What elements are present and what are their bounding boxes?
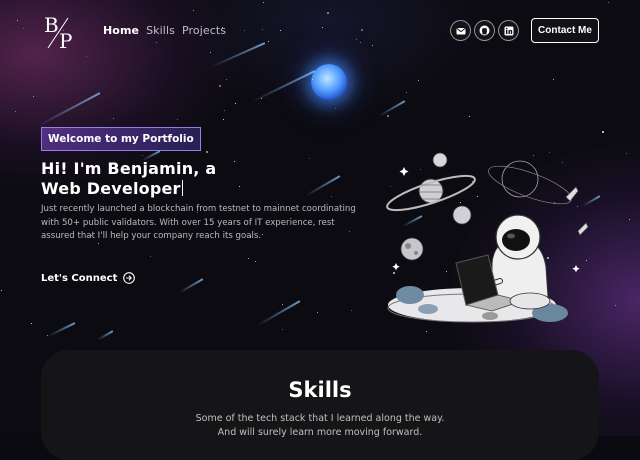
lets-connect-button[interactable]: Let's Connect xyxy=(41,272,136,284)
hero-headline: Hi! I'm Benjamin, a Web Developer xyxy=(41,159,216,199)
star xyxy=(86,56,87,57)
star xyxy=(282,329,283,330)
star xyxy=(372,45,373,46)
star xyxy=(322,27,323,28)
text-cursor xyxy=(181,180,183,196)
star xyxy=(469,116,470,117)
star xyxy=(335,108,336,109)
star xyxy=(262,29,263,30)
star xyxy=(602,131,604,133)
star xyxy=(309,158,310,159)
star xyxy=(15,111,16,112)
shooting-star xyxy=(251,70,316,103)
shooting-star xyxy=(256,300,301,327)
skills-section: Skills Some of the tech stack that I lea… xyxy=(41,350,599,460)
star xyxy=(31,323,32,324)
lets-connect-label: Let's Connect xyxy=(41,272,118,284)
star xyxy=(312,79,313,80)
shooting-star xyxy=(47,322,76,338)
star xyxy=(361,29,363,31)
arrow-right-circle-icon xyxy=(123,272,136,284)
star xyxy=(235,103,236,104)
star xyxy=(255,261,256,262)
shooting-star xyxy=(209,42,266,69)
star xyxy=(263,2,264,3)
star xyxy=(608,2,609,3)
github-icon xyxy=(479,25,490,36)
star xyxy=(219,85,221,87)
star xyxy=(206,151,208,153)
blue-planet xyxy=(311,64,347,100)
star xyxy=(33,96,34,97)
astronaut-illustration xyxy=(386,152,589,323)
star xyxy=(156,42,157,43)
headline-line-1: Hi! I'm Benjamin, a xyxy=(41,159,217,178)
headline-line-2: Web Developer xyxy=(41,179,181,198)
hero-description: Just recently launched a blockchain from… xyxy=(41,204,356,242)
mail-link[interactable] xyxy=(450,20,471,41)
shooting-star xyxy=(37,92,101,127)
star xyxy=(553,79,554,80)
star xyxy=(234,161,235,162)
star xyxy=(360,42,361,43)
star xyxy=(1,290,2,291)
star xyxy=(418,80,419,81)
star xyxy=(331,196,332,197)
star xyxy=(387,115,389,117)
star xyxy=(406,92,407,93)
welcome-tagline: Welcome to my Portfolio xyxy=(41,127,201,151)
svg-text:P: P xyxy=(59,29,72,52)
shooting-star xyxy=(178,278,204,294)
shooting-star xyxy=(96,330,114,341)
star xyxy=(356,39,357,40)
star xyxy=(317,312,318,313)
star xyxy=(327,12,329,14)
star xyxy=(248,258,249,259)
mail-icon xyxy=(455,27,466,34)
main-nav: Home Skills Projects xyxy=(103,24,226,37)
star xyxy=(210,52,211,53)
star xyxy=(244,30,245,31)
star xyxy=(113,118,114,119)
star xyxy=(626,153,627,154)
skills-subtitle-line-2: And will surely learn more moving forwar… xyxy=(217,427,423,438)
star xyxy=(226,79,227,80)
nav-skills[interactable]: Skills xyxy=(146,24,175,37)
skills-title: Skills xyxy=(288,378,352,402)
linkedin-icon xyxy=(504,26,513,35)
linkedin-link[interactable] xyxy=(498,20,519,41)
skills-subtitle-line-1: Some of the tech stack that I learned al… xyxy=(195,413,445,424)
svg-text:B: B xyxy=(44,13,59,37)
contact-me-button[interactable]: Contact Me xyxy=(531,18,599,43)
nav-home[interactable]: Home xyxy=(103,24,139,37)
star xyxy=(150,256,151,257)
star xyxy=(239,186,240,187)
nav-projects[interactable]: Projects xyxy=(182,24,226,37)
star xyxy=(629,219,630,220)
shooting-star xyxy=(304,175,341,197)
shooting-star xyxy=(378,100,406,117)
star xyxy=(223,119,224,120)
star xyxy=(17,20,18,21)
github-link[interactable] xyxy=(474,20,495,41)
star xyxy=(282,304,283,305)
star xyxy=(615,305,616,306)
star xyxy=(268,41,269,42)
star xyxy=(193,10,194,11)
star xyxy=(23,28,24,29)
star xyxy=(351,310,352,311)
brand-logo[interactable]: B P xyxy=(44,12,76,52)
star xyxy=(224,110,225,111)
star xyxy=(142,155,143,156)
star xyxy=(280,30,281,31)
star xyxy=(177,119,178,120)
